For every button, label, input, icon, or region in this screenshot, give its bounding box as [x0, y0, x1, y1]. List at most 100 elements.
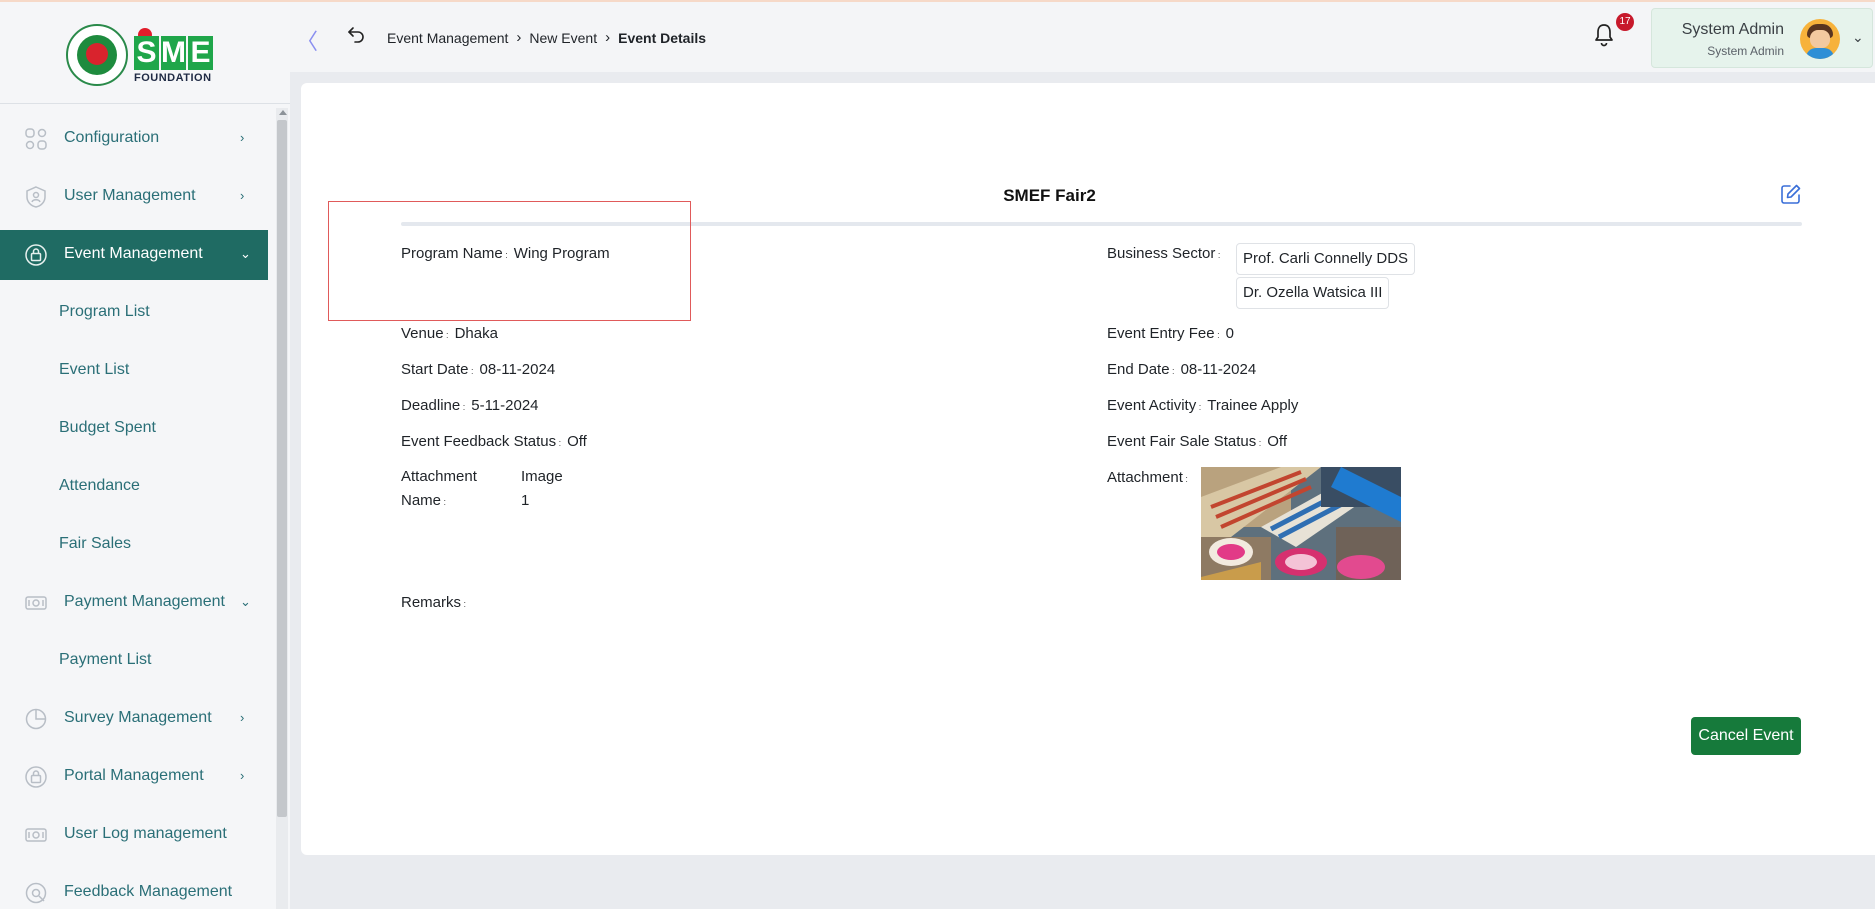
breadcrumb: Event Management › New Event › Event Det…	[387, 29, 706, 46]
remarks-field: Remarks	[401, 594, 472, 611]
collapse-sidebar-icon[interactable]: 〈	[296, 24, 318, 56]
pie-chart-icon	[25, 708, 47, 730]
field-label: Attachment	[1107, 469, 1188, 486]
sidebar-item-label: Budget Spent	[59, 419, 156, 436]
sidebar-item-label: Configuration	[64, 129, 160, 146]
sidebar-subitem-fair-sales[interactable]: Fair Sales	[0, 516, 268, 574]
feedback-icon	[25, 882, 47, 904]
sidebar-subitem-program-list[interactable]: Program List	[0, 284, 268, 342]
sidebar: S M E FOUNDATION Configuration › User Ma…	[0, 2, 290, 909]
field-label: Name :	[401, 492, 447, 509]
sidebar-subitem-budget-spent[interactable]: Budget Spent	[0, 400, 268, 458]
feedback-status-field: Event Feedback Status Off	[401, 433, 587, 450]
back-arrow-icon[interactable]	[346, 24, 366, 44]
sidebar-item-label: User Log management	[64, 825, 227, 842]
sidebar-subitem-event-list[interactable]: Event List	[0, 342, 268, 400]
sidebar-item-label: Fair Sales	[59, 535, 132, 552]
chevron-right-icon: ›	[240, 710, 245, 725]
sidebar-item-event-management[interactable]: Event Management ⌄	[0, 230, 268, 280]
entry-fee-field: Event Entry Fee 0	[1107, 325, 1234, 342]
field-value: Dhaka	[454, 325, 498, 342]
sidebar-item-survey-management[interactable]: Survey Management ›	[0, 690, 268, 748]
field-label: Remarks	[401, 594, 466, 611]
chevron-right-icon: ›	[240, 188, 245, 203]
field-label: Event Feedback Status	[401, 433, 561, 450]
scroll-up-arrow-icon[interactable]	[279, 110, 287, 115]
avatar	[1800, 19, 1840, 59]
chevron-right-icon: ›	[516, 29, 522, 46]
attachment-field: Attachment	[1107, 469, 1188, 486]
sidebar-item-label: User Management	[64, 187, 196, 204]
field-label: Deadline	[401, 397, 465, 414]
field-value: 08-11-2024	[1180, 361, 1257, 378]
logo-letter: S	[134, 36, 159, 70]
chevron-down-icon: ⌄	[240, 594, 251, 609]
start-date-field: Start Date 08-11-2024	[401, 361, 555, 378]
chevron-right-icon: ›	[240, 130, 245, 145]
sidebar-item-portal-management[interactable]: Portal Management ›	[0, 748, 268, 806]
breadcrumb-item-new-event[interactable]: New Event	[529, 30, 597, 46]
event-activity-field: Event Activity Trainee Apply	[1107, 397, 1298, 414]
field-value: 1	[521, 492, 530, 509]
logo-area: S M E FOUNDATION	[0, 2, 290, 104]
sidebar-item-label: Event Management	[64, 245, 203, 262]
chevron-down-icon: ⌄	[1852, 29, 1864, 45]
chevron-right-icon: ›	[605, 29, 611, 46]
field-value: 5-11-2024	[471, 397, 539, 414]
cancel-event-button[interactable]: Cancel Event	[1691, 717, 1801, 755]
fair-sale-status-field: Event Fair Sale Status Off	[1107, 433, 1287, 450]
end-date-field: End Date 08-11-2024	[1107, 361, 1256, 378]
sidebar-item-user-log-management[interactable]: User Log management	[0, 806, 268, 864]
sidebar-item-feedback-management[interactable]: Feedback Management	[0, 864, 268, 909]
sidebar-item-payment-management[interactable]: Payment Management ⌄	[0, 574, 268, 632]
field-value: Off	[1267, 433, 1287, 450]
program-name-field: Program Name Wing Program	[401, 245, 610, 262]
attachment-image[interactable]	[1201, 467, 1401, 580]
sidebar-item-label: Attendance	[59, 477, 140, 494]
lock-icon	[25, 244, 47, 266]
money-icon	[25, 828, 47, 842]
field-value: Trainee Apply	[1207, 397, 1299, 414]
bell-icon[interactable]	[1592, 22, 1616, 48]
venue-field: Venue Dhaka	[401, 325, 498, 342]
sidebar-item-label: Event List	[59, 361, 130, 378]
field-label: End Date	[1107, 361, 1175, 378]
sidebar-item-configuration[interactable]: Configuration ›	[0, 110, 268, 168]
sidebar-scrollbar-thumb[interactable]	[277, 120, 287, 817]
sidebar-item-label: Portal Management	[64, 767, 204, 784]
business-sector-chip: Dr. Ozella Watsica III	[1236, 277, 1390, 309]
field-value: Wing Program	[513, 245, 610, 262]
user-name: System Admin	[1681, 21, 1784, 38]
sidebar-item-label: Survey Management	[64, 709, 212, 726]
sme-foundation-logo[interactable]: S M E FOUNDATION	[134, 26, 216, 84]
user-menu[interactable]: System Admin System Admin ⌄	[1651, 8, 1873, 68]
field-value: Off	[567, 433, 587, 450]
field-label: Event Entry Fee	[1107, 325, 1220, 342]
attachment-name-label: Attachment Name :	[401, 465, 477, 514]
field-label: Business Sector	[1107, 245, 1220, 262]
field-label: Event Fair Sale Status	[1107, 433, 1261, 450]
business-sector-field: Business Sector	[1107, 245, 1220, 262]
breadcrumb-current: Event Details	[618, 29, 707, 46]
money-icon	[25, 596, 47, 610]
notification-badge: 17	[1616, 13, 1634, 31]
field-label-text: Name	[401, 492, 442, 509]
edit-icon[interactable]	[1780, 183, 1802, 205]
field-label: Start Date	[401, 361, 474, 378]
government-emblem-logo	[66, 24, 128, 86]
field-value: 08-11-2024	[479, 361, 556, 378]
breadcrumb-item-event-management[interactable]: Event Management	[387, 30, 508, 46]
user-shield-icon	[26, 186, 46, 208]
chevron-down-icon: ⌄	[240, 246, 251, 261]
field-label: Attachment	[401, 468, 477, 485]
user-role: System Admin	[1707, 44, 1784, 58]
chevron-right-icon: ›	[240, 768, 245, 783]
sidebar-subitem-attendance[interactable]: Attendance	[0, 458, 268, 516]
field-label: Event Activity	[1107, 397, 1201, 414]
logo-letter: E	[188, 36, 213, 70]
deadline-field: Deadline 5-11-2024	[401, 397, 539, 414]
lock-icon	[25, 766, 47, 788]
logo-subtitle: FOUNDATION	[134, 72, 212, 84]
sidebar-item-user-management[interactable]: User Management ›	[0, 168, 268, 226]
sidebar-subitem-payment-list[interactable]: Payment List	[0, 632, 268, 690]
